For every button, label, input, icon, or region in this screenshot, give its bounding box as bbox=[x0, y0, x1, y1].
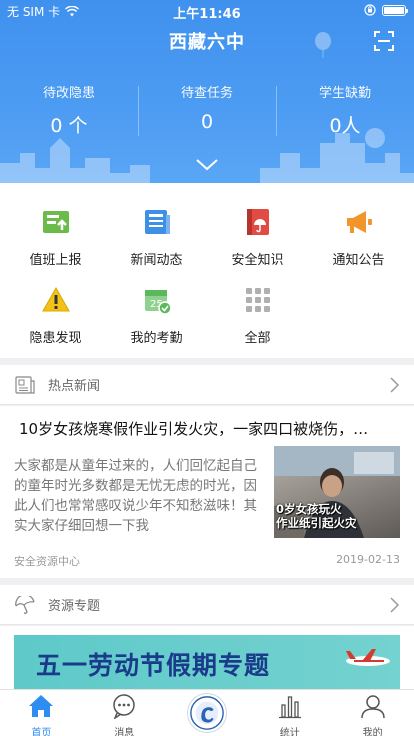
menu-label: 隐患发现 bbox=[29, 331, 82, 346]
status-bar: 无 SIM 卡 上午11:46 bbox=[0, 0, 414, 22]
news-article-card[interactable]: 10岁女孩烧寒假作业引发火灾，一家四口被烧伤，… 大家都是从童年过来的，人们回忆… bbox=[0, 406, 414, 578]
tab-label: 首页 bbox=[31, 728, 52, 736]
thumbnail-caption: 0岁女孩玩火 作业纸引起火灾 bbox=[274, 502, 400, 530]
chevron-right-icon bbox=[390, 377, 399, 393]
tab-messages[interactable]: 消息 bbox=[83, 690, 166, 736]
menu-label: 通知公告 bbox=[332, 253, 385, 268]
hot-news-title: 热点新闻 bbox=[48, 379, 101, 394]
profile-icon bbox=[360, 695, 385, 719]
stat-label: 学生缺勤 bbox=[318, 86, 371, 101]
news-date: 2019-02-13 bbox=[336, 553, 400, 566]
menu-safety-knowledge[interactable]: 安全知识 bbox=[206, 207, 309, 268]
rotation-lock-icon bbox=[364, 4, 376, 16]
expand-chevron-icon[interactable] bbox=[195, 158, 219, 172]
menu-label: 新闻动态 bbox=[130, 253, 183, 268]
menu-notice[interactable]: 通知公告 bbox=[307, 207, 410, 268]
school-logo-icon bbox=[186, 693, 227, 733]
message-icon bbox=[113, 694, 135, 720]
thumbnail-caption-line2: 作业纸引起火灾 bbox=[276, 516, 357, 530]
banner-text: 五一劳动节假期专题 bbox=[36, 651, 271, 680]
news-thumbnail: 0岁女孩玩火 作业纸引起火灾 bbox=[274, 446, 400, 538]
menu-label: 值班上报 bbox=[29, 253, 82, 268]
tab-bar: 首页 消息 统计 我的 bbox=[0, 689, 414, 736]
news-icon bbox=[144, 210, 170, 234]
tab-profile[interactable]: 我的 bbox=[331, 690, 414, 736]
battery-icon bbox=[382, 4, 408, 16]
umbrella-icon bbox=[15, 595, 35, 614]
resource-banner-area: 五一劳动节假期专题 bbox=[0, 626, 414, 689]
tab-school-center[interactable] bbox=[166, 690, 249, 736]
chevron-right-icon bbox=[390, 597, 399, 613]
stat-label: 待查任务 bbox=[180, 86, 233, 101]
calendar-check-icon: 25 bbox=[144, 290, 172, 315]
newspaper-icon bbox=[15, 375, 35, 394]
stats-icon bbox=[278, 696, 301, 719]
menu-my-attendance[interactable]: 25 我的考勤 bbox=[105, 285, 208, 346]
news-summary: 大家都是从童年过来的，人们回忆起自己的童年时光多数都是无忧无虑的时光，因此人们也… bbox=[14, 458, 257, 534]
menu-label: 安全知识 bbox=[231, 253, 284, 268]
warning-icon bbox=[41, 286, 70, 312]
tab-statistics[interactable]: 统计 bbox=[248, 690, 331, 736]
thumbnail-caption-line1: 0岁女孩玩火 bbox=[276, 502, 342, 516]
status-right bbox=[364, 4, 408, 16]
tab-home[interactable]: 首页 bbox=[0, 690, 83, 736]
duty-report-icon bbox=[42, 211, 69, 233]
app-title: 西藏六中 bbox=[169, 32, 245, 53]
menu-news[interactable]: 新闻动态 bbox=[105, 207, 208, 268]
stat-label: 待改隐患 bbox=[42, 86, 95, 101]
news-source: 安全资源中心 bbox=[14, 555, 80, 568]
home-icon bbox=[29, 695, 54, 717]
menu-label: 全部 bbox=[244, 331, 271, 346]
menu-all[interactable]: 全部 bbox=[206, 285, 309, 346]
resources-header[interactable]: 资源专题 bbox=[0, 585, 414, 625]
menu-duty-report[interactable]: 值班上报 bbox=[4, 207, 107, 268]
skyline-decoration bbox=[0, 128, 414, 183]
grid-icon bbox=[245, 288, 270, 312]
tab-label: 统计 bbox=[279, 728, 300, 736]
megaphone-icon bbox=[346, 211, 372, 233]
tab-label: 我的 bbox=[362, 728, 383, 736]
header: 无 SIM 卡 上午11:46 西藏六中 待改隐患 0 个 待查任务 0 学生缺… bbox=[0, 0, 414, 183]
tab-label: 消息 bbox=[114, 728, 135, 736]
resources-title: 资源专题 bbox=[48, 599, 101, 614]
menu-label: 我的考勤 bbox=[130, 331, 183, 346]
news-headline: 10岁女孩烧寒假作业引发火灾，一家四口被烧伤，… bbox=[19, 420, 369, 438]
hot-news-header[interactable]: 热点新闻 bbox=[0, 365, 414, 405]
safety-knowledge-icon bbox=[246, 209, 269, 235]
menu-hazard-discovery[interactable]: 隐患发现 bbox=[4, 285, 107, 346]
airplane-icon bbox=[346, 649, 390, 666]
status-time: 上午11:46 bbox=[173, 7, 241, 22]
function-menu: 值班上报 新闻动态 安全知识 通知公告 隐患发现 25 我的考勤 全部 bbox=[0, 183, 414, 358]
scan-icon[interactable] bbox=[374, 31, 394, 51]
resource-banner[interactable]: 五一劳动节假期专题 bbox=[14, 635, 400, 689]
